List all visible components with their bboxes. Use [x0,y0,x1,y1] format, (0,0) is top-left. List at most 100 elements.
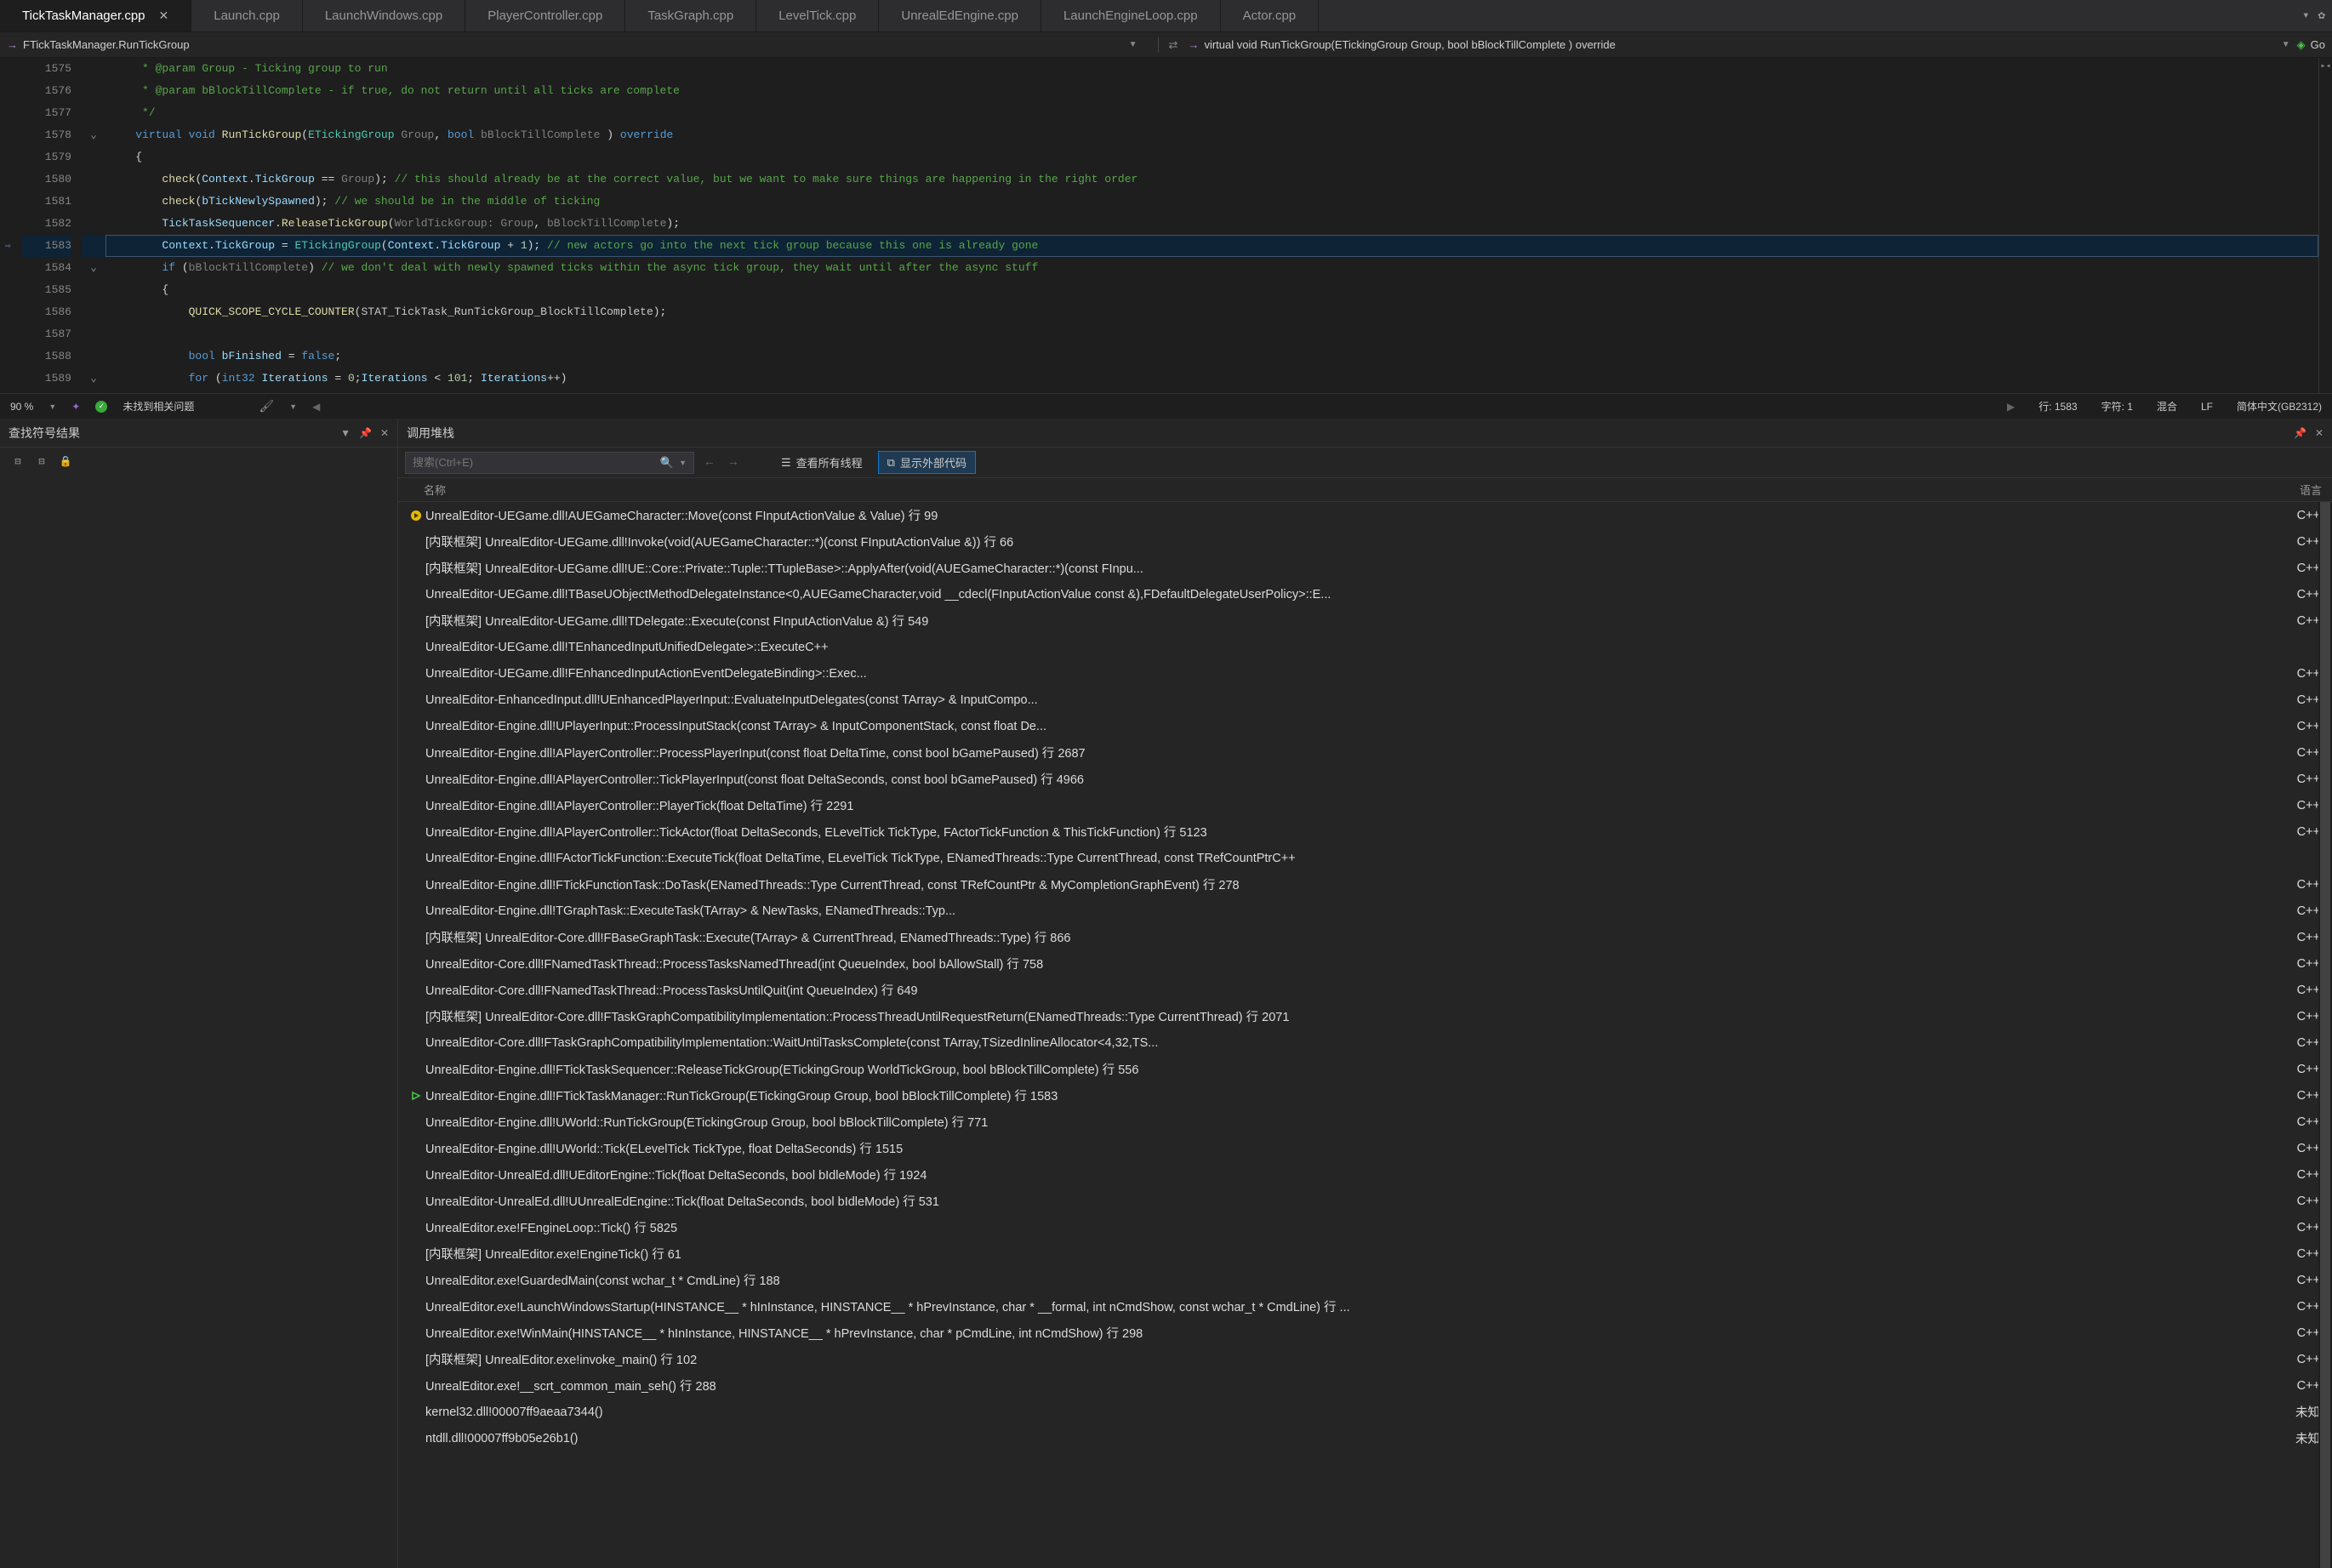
col-lang[interactable]: 语言 [2262,482,2322,498]
stack-frame[interactable]: UnrealEditor-Core.dll!FNamedTaskThread::… [398,950,2332,977]
stack-frame[interactable]: [内联框架] UnrealEditor-UEGame.dll!UE::Core:… [398,555,2332,581]
callstack-body[interactable]: UnrealEditor-UEGame.dll!AUEGameCharacter… [398,502,2332,1568]
search-icon[interactable]: 🔍 [660,456,674,470]
stack-frame[interactable]: UnrealEditor-Engine.dll!UWorld::Tick(ELe… [398,1135,2332,1161]
fold-gutter[interactable]: ⌄ ⌄ ⌄ [82,58,105,393]
status-line[interactable]: 行: 1583 [2038,399,2077,413]
stack-frame[interactable]: [内联框架] UnrealEditor.exe!EngineTick() 行 6… [398,1240,2332,1267]
stack-frame[interactable]: UnrealEditor.exe!WinMain(HINSTANCE__ * h… [398,1320,2332,1346]
nav-member-dd-icon[interactable]: ▼ [2282,40,2290,49]
stack-frame[interactable]: UnrealEditor-Engine.dll!FTickTaskManager… [398,1082,2332,1109]
nav-go-icon[interactable]: ◈ [2297,38,2306,52]
tab-overflow-icon[interactable]: ▾ [2302,9,2309,23]
stack-frame[interactable]: UnrealEditor-UnrealEd.dll!UUnrealEdEngin… [398,1188,2332,1214]
status-encoding[interactable]: 简体中文(GB2312) [2237,399,2322,413]
stack-frame[interactable]: [内联框架] UnrealEditor-Core.dll!FBaseGraphT… [398,924,2332,950]
code-line[interactable]: * @param Group - Ticking group to run [105,58,2318,80]
search-prev-icon[interactable]: ← [701,456,718,470]
minimap[interactable]: ▸◂ [2318,58,2332,393]
status-mode[interactable]: 混合 [2157,399,2177,413]
code-line[interactable]: Context.TickGroup = ETickingGroup(Contex… [105,235,2318,257]
search-dd-icon[interactable]: ▼ [679,459,687,467]
code-line[interactable]: * @param bBlockTillComplete - if true, d… [105,80,2318,102]
panel-close-icon[interactable]: ✕ [2315,427,2323,439]
stack-frame[interactable]: UnrealEditor-Engine.dll!TGraphTask::Exec… [398,898,2332,924]
panel-dd-icon[interactable]: ▼ [340,427,351,439]
nav-go-label[interactable]: Go [2311,38,2325,51]
show-external-code-button[interactable]: ⧉ 显示外部代码 [878,451,976,474]
tab-launchwindows-cpp[interactable]: LaunchWindows.cpp [303,0,465,31]
code-line[interactable]: */ [105,102,2318,124]
clear-icon[interactable]: ⊟ [9,453,27,470]
fold-toggle[interactable]: ⌄ [82,257,105,279]
fold-toggle[interactable]: ⌄ [82,124,105,146]
nav-member[interactable]: virtual void RunTickGroup(ETickingGroup … [1204,38,1615,51]
code-line[interactable]: { [105,146,2318,168]
view-all-threads-button[interactable]: ☰ 查看所有线程 [773,452,871,473]
collapse-icon[interactable]: ⊟ [32,453,51,470]
stack-frame[interactable]: UnrealEditor-Engine.dll!APlayerControlle… [398,766,2332,792]
stack-frame[interactable]: UnrealEditor-Engine.dll!FActorTickFuncti… [398,845,2332,871]
code-line[interactable]: if (bBlockTillComplete) // we don't deal… [105,257,2318,279]
fold-toggle[interactable]: ⌄ [82,368,105,390]
code-line[interactable]: QUICK_SCOPE_CYCLE_COUNTER(STAT_TickTask_… [105,301,2318,323]
tab-ticktaskmanager-cpp[interactable]: TickTaskManager.cpp✕ [0,0,191,31]
col-name[interactable]: 名称 [424,482,2262,498]
stack-frame[interactable]: UnrealEditor-UnrealEd.dll!UEditorEngine:… [398,1161,2332,1188]
stack-frame[interactable]: UnrealEditor-Engine.dll!UWorld::RunTickG… [398,1109,2332,1135]
panel-pin-icon[interactable]: 📌 [2294,427,2306,439]
code-line[interactable]: check(Context.TickGroup == Group); // th… [105,168,2318,191]
stack-frame[interactable]: UnrealEditor.exe!FEngineLoop::Tick() 行 5… [398,1214,2332,1240]
stack-frame[interactable]: UnrealEditor-Engine.dll!APlayerControlle… [398,792,2332,818]
tab-taskgraph-cpp[interactable]: TaskGraph.cpp [625,0,756,31]
tab-settings-icon[interactable]: ✿ [2318,9,2325,23]
stack-frame[interactable]: UnrealEditor-Engine.dll!FTickTaskSequenc… [398,1056,2332,1082]
stack-frame[interactable]: ntdll.dll!00007ff9b05e26b1()未知 [398,1425,2332,1451]
lock-icon[interactable]: 🔒 [56,453,75,470]
minimap-collapse-icon[interactable]: ▸◂ [2319,58,2332,71]
stack-frame[interactable]: UnrealEditor.exe!__scrt_common_main_seh(… [398,1372,2332,1399]
stack-frame[interactable]: UnrealEditor-Engine.dll!APlayerControlle… [398,818,2332,845]
vscrollbar[interactable] [2318,502,2332,1568]
search-next-icon[interactable]: → [725,456,742,470]
stack-frame[interactable]: UnrealEditor.exe!GuardedMain(const wchar… [398,1267,2332,1293]
status-eol[interactable]: LF [2201,401,2213,413]
brush-dd-icon[interactable]: ▼ [289,402,297,411]
code-line[interactable]: check(bTickNewlySpawned); // we should b… [105,191,2318,213]
callstack-search[interactable]: 🔍 ▼ [405,452,694,474]
status-issues[interactable]: 未找到相关问题 [123,399,194,413]
code-line[interactable]: for (int32 Iterations = 0;Iterations < 1… [105,368,2318,390]
zoom-dd-icon[interactable]: ▼ [48,402,56,411]
code-line[interactable]: { [105,279,2318,301]
breakpoint-gutter[interactable]: ⇨ [0,58,22,393]
code-line[interactable] [105,323,2318,345]
tab-launchengineloop-cpp[interactable]: LaunchEngineLoop.cpp [1041,0,1221,31]
stack-frame[interactable]: UnrealEditor-UEGame.dll!TBaseUObjectMeth… [398,581,2332,607]
nav-switch-icon[interactable]: ⇄ [1166,38,1182,52]
stack-frame[interactable]: UnrealEditor-Engine.dll!FTickFunctionTas… [398,871,2332,898]
tab-leveltick-cpp[interactable]: LevelTick.cpp [756,0,879,31]
tab-playercontroller-cpp[interactable]: PlayerController.cpp [465,0,625,31]
stack-frame[interactable]: kernel32.dll!00007ff9aeaa7344()未知 [398,1399,2332,1425]
status-char[interactable]: 字符: 1 [2101,399,2133,413]
close-icon[interactable]: ✕ [159,9,169,23]
code-content[interactable]: * @param Group - Ticking group to run * … [105,58,2318,393]
code-line[interactable]: bool bFinished = false; [105,345,2318,368]
tab-unrealedengine-cpp[interactable]: UnrealEdEngine.cpp [879,0,1041,31]
stack-frame[interactable]: UnrealEditor-UEGame.dll!AUEGameCharacter… [398,502,2332,528]
stack-frame[interactable]: UnrealEditor.exe!LaunchWindowsStartup(HI… [398,1293,2332,1320]
stack-frame[interactable]: [内联框架] UnrealEditor-UEGame.dll!Invoke(vo… [398,528,2332,555]
panel-pin-icon[interactable]: 📌 [359,427,372,439]
code-editor[interactable]: ⇨ 15751576157715781579158015811582158315… [0,58,2332,393]
stack-frame[interactable]: UnrealEditor-Core.dll!FTaskGraphCompatib… [398,1029,2332,1056]
callstack-search-input[interactable] [413,456,660,469]
stack-frame[interactable]: [内联框架] UnrealEditor-Core.dll!FTaskGraphC… [398,1003,2332,1029]
code-line[interactable]: TickTaskSequencer.ReleaseTickGroup(World… [105,213,2318,235]
stack-frame[interactable]: UnrealEditor-Core.dll!FNamedTaskThread::… [398,977,2332,1003]
hscroll-left-icon[interactable]: ◀ [312,401,320,413]
code-line[interactable]: virtual void RunTickGroup(ETickingGroup … [105,124,2318,146]
stack-frame[interactable]: UnrealEditor-EnhancedInput.dll!UEnhanced… [398,687,2332,713]
hscroll-right-icon[interactable]: ▶ [2007,401,2015,413]
stack-frame[interactable]: [内联框架] UnrealEditor.exe!invoke_main() 行 … [398,1346,2332,1372]
stack-frame[interactable]: UnrealEditor-Engine.dll!UPlayerInput::Pr… [398,713,2332,739]
